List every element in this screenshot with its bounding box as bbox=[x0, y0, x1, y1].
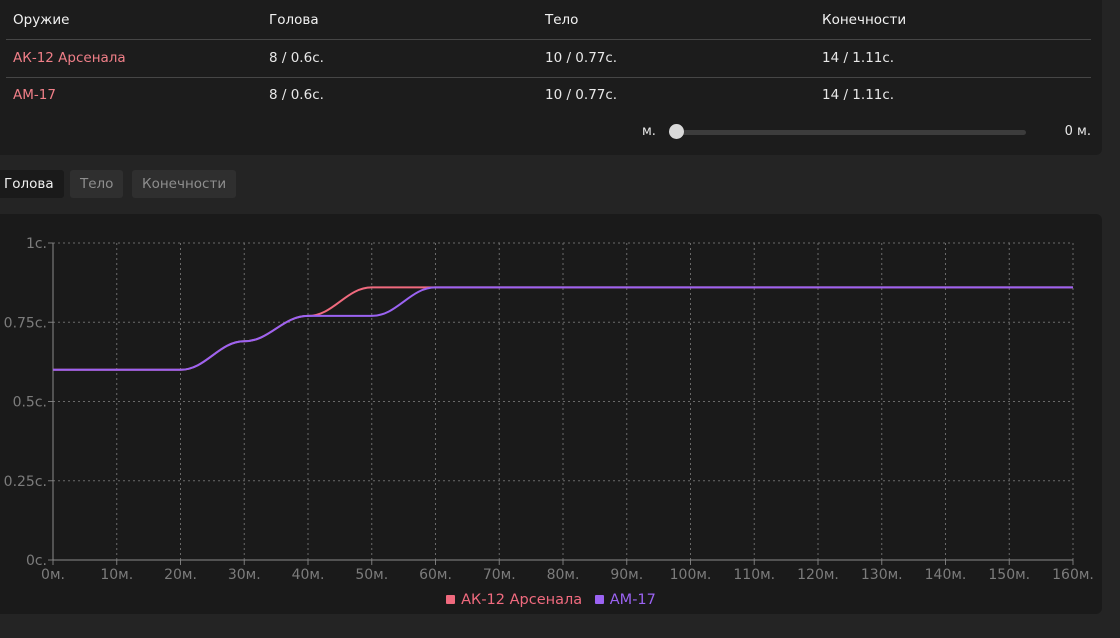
x-tick-label: 160м. bbox=[1052, 567, 1094, 583]
x-tick-label: 120м. bbox=[797, 567, 839, 583]
x-tick-label: 80м. bbox=[547, 567, 580, 583]
y-tick-label: 0с. bbox=[26, 553, 47, 569]
y-tick-label: 0.75с. bbox=[4, 315, 47, 331]
legend-item-am17[interactable]: АМ-17 bbox=[594, 592, 656, 608]
y-tick-label: 0.5с. bbox=[13, 395, 47, 411]
legend-label: АМ-17 bbox=[609, 592, 656, 608]
x-tick-label: 50м. bbox=[355, 567, 388, 583]
x-tick-label: 150м. bbox=[988, 567, 1030, 583]
ttk-chart: 0м. 10м. 20м. 30м. 40м. 50м. 60м. 70м. 80м. 90м. 1… bbox=[4, 236, 1094, 583]
x-tick-label: 70м. bbox=[483, 567, 516, 583]
legend-swatch bbox=[594, 595, 604, 604]
y-tick-label: 0.25с. bbox=[4, 474, 47, 490]
x-tick-label: 30м. bbox=[228, 567, 261, 583]
legend-label: АК-12 Арсенала bbox=[461, 592, 583, 608]
legend-item-ak12[interactable]: АК-12 Арсенала bbox=[446, 592, 582, 608]
x-tick-label: 10м. bbox=[100, 567, 133, 583]
x-tick-label: 140м. bbox=[925, 567, 967, 583]
legend-swatch bbox=[446, 595, 456, 604]
x-tick-label: 130м. bbox=[861, 567, 903, 583]
y-tick-label: 1с. bbox=[26, 236, 47, 252]
x-tick-label: 60м. bbox=[419, 567, 452, 583]
x-tick-label: 20м. bbox=[164, 567, 197, 583]
x-tick-label: 110м. bbox=[733, 567, 775, 583]
x-tick-label: 40м. bbox=[292, 567, 325, 583]
x-tick-label: 100м. bbox=[670, 567, 712, 583]
x-tick-label: 0м. bbox=[41, 567, 65, 583]
x-tick-label: 90м. bbox=[610, 567, 643, 583]
chart-legend: АК-12 Арсенала АМ-17 bbox=[0, 592, 1102, 608]
